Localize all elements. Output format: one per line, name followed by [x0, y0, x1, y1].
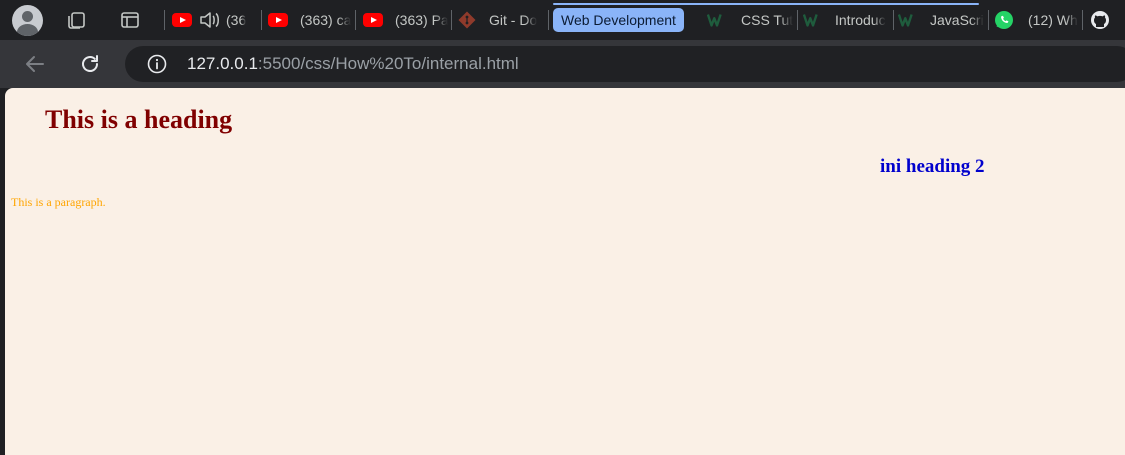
back-arrow-icon[interactable]	[23, 52, 47, 76]
tab-title: JavaScri	[930, 12, 984, 28]
git-icon	[457, 10, 477, 30]
tab-title: (12) Wh	[1028, 12, 1078, 28]
tab-separator	[797, 10, 798, 30]
tab-youtube-1[interactable]: (36	[172, 6, 258, 34]
tab-github[interactable]	[1090, 6, 1125, 34]
w3schools-icon	[803, 10, 823, 30]
tab-separator	[451, 10, 452, 30]
youtube-icon	[268, 10, 288, 30]
tab-separator	[988, 10, 989, 30]
tab-title: (36	[226, 12, 247, 28]
tab-title: Git - Do	[489, 12, 538, 28]
avatar-head-shape	[22, 11, 33, 22]
tab-w3schools-js[interactable]: JavaScri	[898, 6, 986, 34]
page-heading-2: ini heading 2	[880, 156, 985, 177]
tab-w3schools-css[interactable]: CSS Tut	[707, 6, 795, 34]
youtube-icon	[172, 10, 192, 30]
profile-avatar[interactable]	[12, 5, 43, 36]
whatsapp-icon	[994, 10, 1014, 30]
tab-title: (363) ca	[300, 12, 352, 28]
tab-separator	[1082, 10, 1083, 30]
tab-whatsapp[interactable]: (12) Wh	[994, 6, 1080, 34]
w3schools-icon	[898, 10, 918, 30]
github-icon	[1090, 10, 1110, 30]
page-viewport: This is a heading ini heading 2 This is …	[5, 88, 1125, 455]
tab-youtube-2[interactable]: (363) ca	[268, 6, 352, 34]
tab-strip: (36 (363) ca (363) Pa Git - Do Web Devel…	[0, 0, 1125, 40]
url-path: :5500/css/How%20To/internal.html	[257, 54, 519, 73]
youtube-icon	[363, 10, 383, 30]
page-heading-1: This is a heading	[45, 105, 233, 134]
tab-group-label[interactable]: Web Development	[553, 8, 684, 32]
vertical-tabs-icon[interactable]	[119, 9, 141, 31]
tab-git[interactable]: Git - Do	[457, 6, 545, 34]
browser-toolbar: 127.0.0.1:5500/css/How%20To/internal.htm…	[0, 40, 1125, 88]
page-paragraph: This is a paragraph.	[11, 195, 106, 209]
tab-title: Introduc	[835, 12, 886, 28]
tab-title: CSS Tut	[741, 12, 794, 28]
tab-group-underline	[553, 3, 979, 5]
speaker-icon[interactable]	[198, 10, 220, 30]
avatar-body-shape	[17, 24, 38, 36]
tab-w3schools-intro[interactable]: Introduc	[803, 6, 891, 34]
tab-separator	[164, 10, 165, 30]
site-info-icon[interactable]	[147, 54, 167, 74]
tab-youtube-3[interactable]: (363) Pa	[363, 6, 448, 34]
tab-separator	[355, 10, 356, 30]
address-bar[interactable]: 127.0.0.1:5500/css/How%20To/internal.htm…	[125, 46, 1125, 82]
reload-icon[interactable]	[78, 52, 102, 76]
url-host: 127.0.0.1	[187, 54, 258, 73]
collections-icon[interactable]	[66, 9, 88, 31]
tab-separator	[548, 10, 549, 30]
tab-title: (363) Pa	[395, 12, 448, 28]
url-text[interactable]: 127.0.0.1:5500/css/How%20To/internal.htm…	[187, 46, 519, 82]
tab-separator	[261, 10, 262, 30]
w3schools-icon	[707, 10, 727, 30]
tab-separator	[893, 10, 894, 30]
